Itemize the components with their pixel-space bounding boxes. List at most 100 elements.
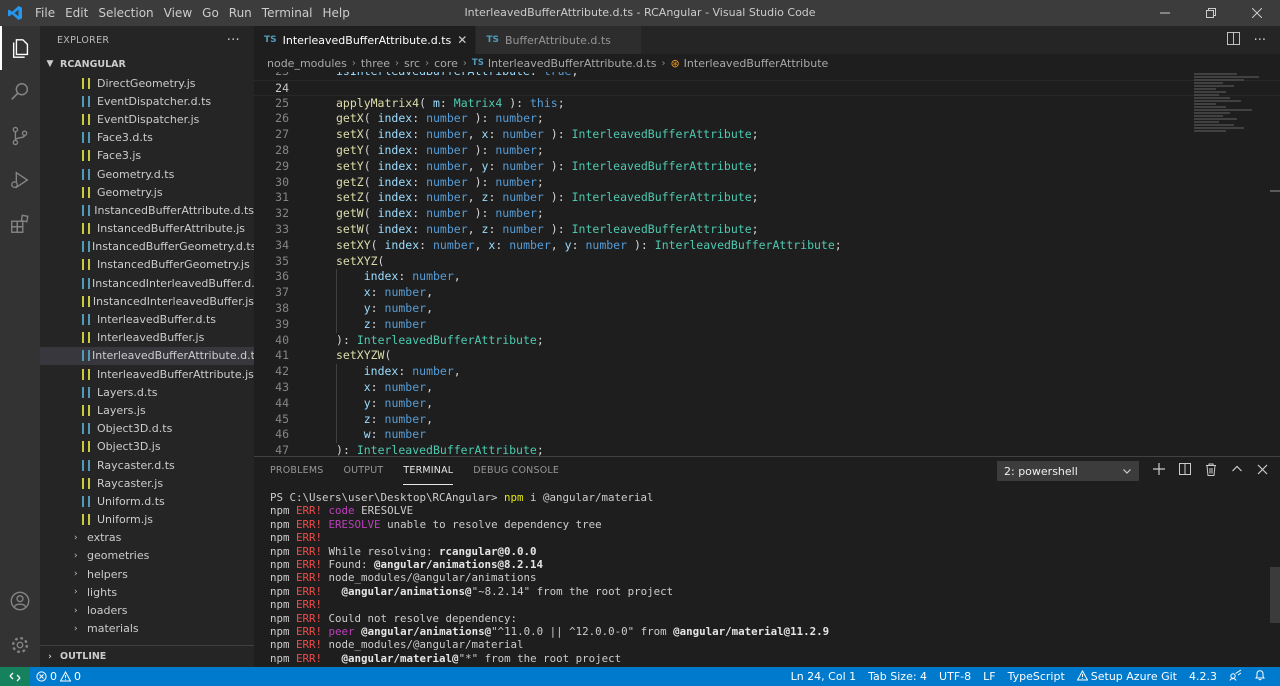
maximize-panel-icon[interactable]	[1231, 463, 1243, 479]
code-editor[interactable]: 23isInterleavedBufferAttribute: true;242…	[254, 72, 1280, 456]
line-number: 40	[275, 332, 289, 347]
language-mode[interactable]: TypeScript	[1002, 670, 1071, 683]
folder-label: lights	[87, 585, 118, 599]
file-item[interactable]: InstancedBufferGeometry.js	[40, 256, 254, 274]
file-item[interactable]: Object3D.js	[40, 438, 254, 456]
cursor-position[interactable]: Ln 24, Col 1	[785, 670, 863, 683]
folder-item[interactable]: › lights	[40, 583, 254, 601]
problems-status[interactable]: 0 0	[36, 670, 81, 683]
file-item[interactable]: Object3D.d.ts	[40, 420, 254, 438]
breadcrumb-file[interactable]: InterleavedBufferAttribute.d.ts	[488, 57, 657, 70]
typescript-version[interactable]: 4.2.3	[1183, 670, 1223, 683]
file-item[interactable]: InstancedInterleavedBuffer.d.ts	[40, 274, 254, 292]
file-item[interactable]: Layers.d.ts	[40, 383, 254, 401]
breadcrumb-part[interactable]: core	[434, 57, 458, 70]
file-item[interactable]: Layers.js	[40, 401, 254, 419]
file-item[interactable]: EventDispatcher.d.ts	[40, 92, 254, 110]
manage-activity[interactable]	[0, 623, 40, 667]
menu-view[interactable]: View	[159, 0, 197, 26]
menu-file[interactable]: File	[30, 0, 60, 26]
file-item[interactable]: Face3.d.ts	[40, 129, 254, 147]
trash-icon[interactable]	[1205, 463, 1217, 480]
line-ending[interactable]: LF	[977, 670, 1001, 683]
accounts-activity[interactable]	[0, 579, 40, 623]
file-item[interactable]: Face3.js	[40, 147, 254, 165]
tab-size[interactable]: Tab Size: 4	[862, 670, 933, 683]
tab-buffer-attribute[interactable]: TS BufferAttribute.d.ts	[476, 26, 642, 54]
tab-terminal[interactable]: TERMINAL	[403, 457, 454, 485]
menu-help[interactable]: Help	[318, 0, 355, 26]
tab-debug-console[interactable]: DEBUG CONSOLE	[473, 457, 559, 485]
file-item[interactable]: Raycaster.js	[40, 474, 254, 492]
minimap-line	[1194, 124, 1234, 126]
code-text: x: number,	[363, 285, 434, 300]
notifications-icon[interactable]	[1248, 669, 1272, 684]
menu-edit[interactable]: Edit	[60, 0, 93, 26]
editor-scrollbar[interactable]	[1270, 190, 1280, 192]
more-actions-icon[interactable]: ···	[1254, 33, 1266, 48]
file-item[interactable]: InterleavedBuffer.d.ts	[40, 310, 254, 328]
folder-item[interactable]: › extras	[40, 529, 254, 547]
breadcrumb-part[interactable]: three	[361, 57, 390, 70]
folder-item[interactable]: › loaders	[40, 601, 254, 619]
file-item[interactable]: Uniform.d.ts	[40, 492, 254, 510]
folder-item[interactable]: › geometries	[40, 547, 254, 565]
project-header[interactable]: ▼ RCANGULAR	[40, 54, 254, 74]
search-activity[interactable]	[0, 70, 40, 114]
terminal-select[interactable]: 2: powershell	[997, 461, 1139, 481]
terminal-output[interactable]: PS C:\Users\user\Desktop\RCAngular> npm …	[270, 491, 1260, 665]
file-item[interactable]: EventDispatcher.js	[40, 110, 254, 128]
file-item[interactable]: Geometry.js	[40, 183, 254, 201]
close-window-button[interactable]	[1234, 0, 1280, 26]
tab-interleaved-buffer-attribute[interactable]: TS InterleavedBufferAttribute.d.ts ✕	[254, 26, 477, 54]
file-item[interactable]: InstancedInterleavedBuffer.js	[40, 292, 254, 310]
file-item[interactable]: Geometry.d.ts	[40, 165, 254, 183]
more-actions-icon[interactable]: ···	[227, 33, 240, 48]
file-item[interactable]: InterleavedBufferAttribute.js	[40, 365, 254, 383]
vscode-logo-icon	[0, 0, 30, 26]
chevron-right-icon: ›	[74, 587, 78, 598]
file-item[interactable]: Uniform.js	[40, 511, 254, 529]
azure-git-status[interactable]: Setup Azure Git	[1071, 669, 1183, 683]
file-item[interactable]: DirectGeometry.js	[40, 74, 254, 92]
file-item[interactable]: InterleavedBuffer.js	[40, 329, 254, 347]
split-editor-icon[interactable]	[1226, 31, 1240, 49]
close-panel-icon[interactable]	[1257, 464, 1268, 479]
explorer-activity[interactable]	[0, 26, 40, 70]
split-terminal-icon[interactable]	[1179, 463, 1191, 479]
tab-problems[interactable]: PROBLEMS	[270, 457, 323, 485]
file-item[interactable]: InstancedBufferAttribute.js	[40, 220, 254, 238]
encoding[interactable]: UTF-8	[933, 670, 977, 683]
file-item[interactable]: InstancedBufferAttribute.d.ts	[40, 201, 254, 219]
minimize-button[interactable]	[1142, 0, 1188, 26]
folder-item[interactable]: › helpers	[40, 565, 254, 583]
folder-item[interactable]: › materials	[40, 620, 254, 638]
extensions-activity[interactable]	[0, 202, 40, 246]
breadcrumb-symbol[interactable]: InterleavedBufferAttribute	[684, 57, 829, 70]
terminal-scrollbar[interactable]	[1270, 567, 1280, 623]
menu-go[interactable]: Go	[197, 0, 224, 26]
outline-header[interactable]: › OUTLINE	[40, 645, 254, 667]
code-text: setW( index: number, z: number ): Interl…	[336, 221, 759, 236]
source-control-activity[interactable]	[0, 114, 40, 158]
minimap[interactable]	[1194, 72, 1266, 152]
remote-indicator[interactable]	[0, 667, 30, 686]
file-label: Uniform.js	[97, 513, 154, 527]
menu-selection[interactable]: Selection	[93, 0, 158, 26]
file-label: Uniform.d.ts	[97, 494, 165, 508]
menu-run[interactable]: Run	[224, 0, 257, 26]
tab-output[interactable]: OUTPUT	[343, 457, 383, 485]
chevron-right-icon: ›	[74, 550, 78, 561]
breadcrumb-part[interactable]: node_modules	[267, 57, 347, 70]
restore-button[interactable]	[1188, 0, 1234, 26]
run-debug-activity[interactable]	[0, 158, 40, 202]
file-item[interactable]: InterleavedBufferAttribute.d.ts	[40, 346, 254, 365]
feedback-icon[interactable]	[1223, 669, 1248, 684]
code-text: setXY( index: number, x: number, y: numb…	[336, 237, 842, 252]
breadcrumb-part[interactable]: src	[404, 57, 420, 70]
menu-terminal[interactable]: Terminal	[257, 0, 318, 26]
file-item[interactable]: Raycaster.d.ts	[40, 456, 254, 474]
new-terminal-icon[interactable]	[1153, 463, 1165, 479]
file-item[interactable]: InstancedBufferGeometry.d.ts	[40, 238, 254, 256]
close-tab-icon[interactable]: ✕	[457, 33, 467, 47]
